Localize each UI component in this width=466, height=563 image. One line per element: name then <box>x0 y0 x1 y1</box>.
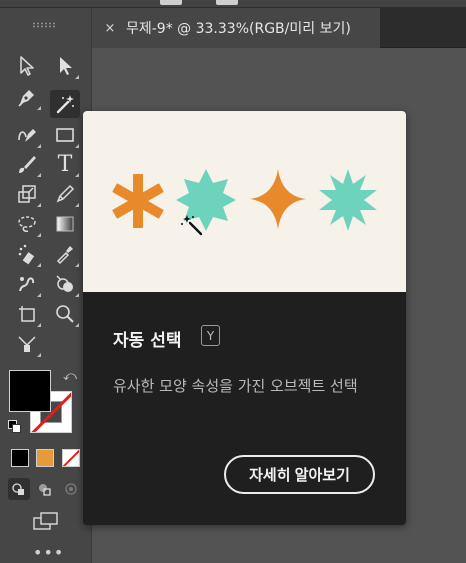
arrow-outline-icon <box>20 56 34 76</box>
brush-icon <box>19 156 36 173</box>
swap-fill-stroke-icon[interactable]: ⤺ <box>62 369 78 385</box>
scale-icon <box>18 185 36 203</box>
flyout-indicator <box>37 144 41 148</box>
flyout-indicator <box>75 323 79 327</box>
preview-illustration <box>112 169 377 237</box>
eyedropper-icon <box>56 246 73 265</box>
panel-handle <box>216 0 238 5</box>
edit-toolbar-more-icon[interactable]: ••• <box>33 545 64 561</box>
shape-builder-icon <box>56 275 73 292</box>
fill-color-swatch-front[interactable] <box>9 370 51 412</box>
tool-tooltip-card: 자동 선택 Y 유사한 모양 속성을 가진 오브젝트 선택 자세히 알아보기 <box>83 111 406 525</box>
curvature-tool[interactable] <box>12 121 42 149</box>
gradient-mode-button[interactable] <box>36 449 54 467</box>
draw-modes <box>8 478 86 500</box>
draw-behind-button[interactable] <box>34 478 56 500</box>
paintbrush-tool[interactable] <box>12 150 42 178</box>
flyout-indicator <box>37 173 41 177</box>
flyout-indicator <box>37 323 41 327</box>
teal-star-shape <box>319 169 377 231</box>
document-tab[interactable]: × 무제-9* @ 33.33%(RGB/미리 보기) <box>92 8 380 48</box>
flyout-indicator <box>75 263 79 267</box>
flyout-indicator <box>75 293 79 297</box>
lasso-icon <box>18 216 36 232</box>
rectangle-tool[interactable] <box>50 121 80 149</box>
zoom-tool[interactable] <box>50 300 80 328</box>
flyout-indicator <box>37 106 41 110</box>
shortcut-key-badge: Y <box>201 325 220 346</box>
arrow-filled-icon <box>60 57 72 75</box>
blend-icon <box>18 336 36 352</box>
flyout-indicator <box>37 263 41 267</box>
puppet-warp-tool[interactable] <box>12 270 42 298</box>
puppet-warp-icon <box>19 277 35 292</box>
sprayer-icon <box>18 244 35 265</box>
default-colors-icon[interactable] <box>8 420 22 434</box>
teal-burst-shape <box>176 169 236 231</box>
selection-tool[interactable] <box>12 52 42 80</box>
rectangle-icon <box>56 128 74 142</box>
pencil-tool[interactable] <box>50 180 80 208</box>
type-tool[interactable]: T <box>50 150 80 178</box>
pen-tool[interactable] <box>12 83 42 111</box>
zoom-icon <box>56 305 74 323</box>
flyout-indicator <box>75 144 79 148</box>
flyout-indicator <box>37 203 41 207</box>
flyout-indicator <box>75 75 79 79</box>
type-icon: T <box>57 151 73 177</box>
flyout-indicator <box>37 293 41 297</box>
pen-icon <box>18 90 34 107</box>
artboard-icon <box>19 306 35 322</box>
curvature-pen-icon <box>18 129 36 142</box>
magic-wand-tool[interactable] <box>50 90 80 118</box>
flyout-indicator <box>37 233 41 237</box>
document-tab-bar: × 무제-9* @ 33.33%(RGB/미리 보기) <box>92 8 466 48</box>
screen-mode-icon <box>33 512 58 530</box>
draw-inside-icon <box>65 483 77 495</box>
lasso-tool[interactable] <box>12 210 42 238</box>
gradient-icon <box>56 216 74 232</box>
tooltip-title: 자동 선택 <box>113 331 182 351</box>
flyout-indicator <box>75 203 79 207</box>
draw-normal-icon <box>12 483 24 495</box>
draw-inside-button[interactable] <box>60 478 82 500</box>
artboard-tool[interactable] <box>12 300 42 328</box>
tooltip-preview <box>83 111 406 292</box>
pencil-icon <box>56 184 75 203</box>
tooltip-description: 유사한 모양 속성을 가진 오브젝트 선택 <box>113 377 358 395</box>
scale-tool[interactable] <box>12 180 42 208</box>
none-mode-button[interactable] <box>62 449 80 467</box>
draw-normal-button[interactable] <box>8 478 30 500</box>
flyout-indicator <box>75 173 79 177</box>
direct-selection-tool[interactable] <box>50 52 80 80</box>
flyout-indicator <box>37 353 41 357</box>
symbol-sprayer-tool[interactable] <box>12 240 42 268</box>
gradient-tool[interactable] <box>50 210 80 238</box>
document-tab-title: 무제-9* @ 33.33%(RGB/미리 보기) <box>126 21 351 37</box>
top-panel-edge <box>0 0 466 8</box>
color-mode-button[interactable] <box>11 449 29 467</box>
orange-asterisk-shape <box>112 174 164 228</box>
learn-more-button[interactable]: 자세히 알아보기 <box>224 455 375 494</box>
tools-panel: T ⤺ ••• <box>0 8 92 563</box>
magic-wand-icon <box>56 95 74 114</box>
eyedropper-tool[interactable] <box>50 240 80 268</box>
change-screen-mode-button[interactable] <box>32 511 60 531</box>
draw-behind-icon <box>39 484 51 496</box>
blend-tool[interactable] <box>12 330 42 358</box>
panel-grip[interactable] <box>32 22 56 28</box>
panel-handle <box>160 0 182 5</box>
shape-builder-tool[interactable] <box>50 270 80 298</box>
close-tab-icon[interactable]: × <box>102 21 118 36</box>
orange-sparkle-shape <box>250 169 306 229</box>
